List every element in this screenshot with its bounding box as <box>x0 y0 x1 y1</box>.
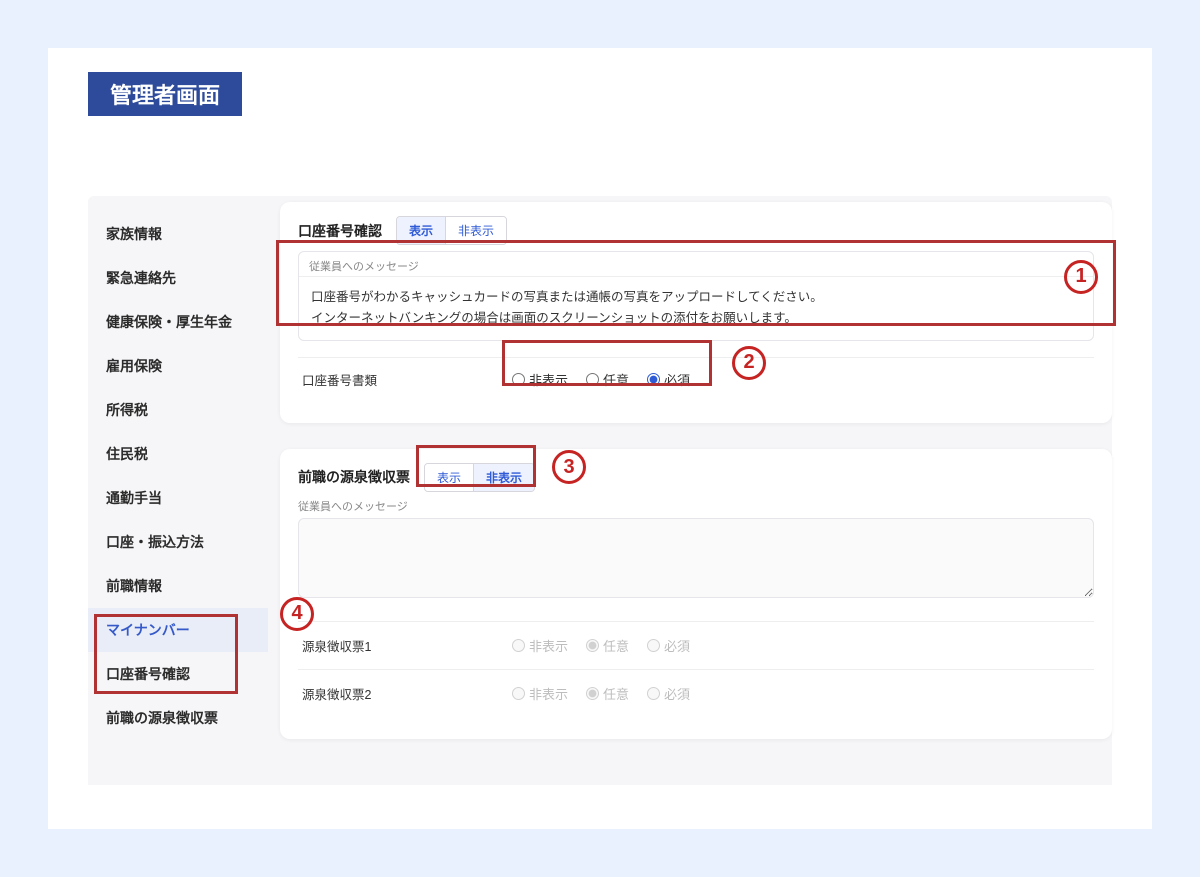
card-title-account: 口座番号確認 <box>298 221 382 241</box>
app-shell: 家族情報 緊急連絡先 健康保険・厚生年金 雇用保険 所得税 住民税 通勤手当 口… <box>80 196 1120 785</box>
main-column: 口座番号確認 表示 非表示 従業員へのメッセージ 口座番号がわかるキャッシュカー… <box>268 196 1112 785</box>
message-label: 従業員へのメッセージ <box>299 252 1093 277</box>
row-withholding-1: 源泉徴収票1 非表示 任意 必須 <box>298 621 1094 669</box>
radio-set-account-doc: 非表示 任意 必須 <box>512 370 690 389</box>
sidebar-item-employment-ins[interactable]: 雇用保険 <box>88 344 268 388</box>
sidebar-item-family[interactable]: 家族情報 <box>88 212 268 256</box>
radio-required-w2: 必須 <box>647 684 690 703</box>
radio-optional-label: 任意 <box>603 370 629 389</box>
radio-hidden-account[interactable]: 非表示 <box>512 370 568 389</box>
annotation-number-1: 1 <box>1064 256 1098 294</box>
card-title-withholding: 前職の源泉徴収票 <box>298 467 410 487</box>
row-label-withholding-1: 源泉徴収票1 <box>302 636 512 655</box>
sidebar-item-bank[interactable]: 口座・振込方法 <box>88 520 268 564</box>
card-withholding: 前職の源泉徴収票 表示 非表示 従業員へのメッセージ 源泉徴収票1 非表示 任意… <box>280 449 1112 739</box>
sidebar-item-resident-tax[interactable]: 住民税 <box>88 432 268 476</box>
radio-optional-w2: 任意 <box>586 684 629 703</box>
toggle-hide-withholding[interactable]: 非表示 <box>474 464 534 491</box>
message-body-account[interactable]: 口座番号がわかるキャッシュカードの写真または通帳の写真をアップロードしてください… <box>299 277 1093 340</box>
sidebar-item-income-tax[interactable]: 所得税 <box>88 388 268 432</box>
toggle-account-visibility: 表示 非表示 <box>396 216 507 245</box>
toggle-hide-account[interactable]: 非表示 <box>446 217 506 244</box>
sidebar-item-emergency[interactable]: 緊急連絡先 <box>88 256 268 300</box>
row-label-withholding-2: 源泉徴収票2 <box>302 684 512 703</box>
radio-hidden-label: 非表示 <box>529 370 568 389</box>
annotation-number-4: 4 <box>280 593 314 631</box>
radio-hidden-w2: 非表示 <box>512 684 568 703</box>
message-block-account: 従業員へのメッセージ 口座番号がわかるキャッシュカードの写真または通帳の写真をア… <box>298 251 1094 341</box>
toggle-withholding-visibility: 表示 非表示 <box>424 463 535 492</box>
sidebar-item-prev-job[interactable]: 前職情報 <box>88 564 268 608</box>
radio-hidden-w1: 非表示 <box>512 636 568 655</box>
message-textarea-withholding[interactable] <box>298 518 1094 598</box>
row-account-doc: 口座番号書類 非表示 任意 必須 <box>298 357 1094 401</box>
sidebar: 家族情報 緊急連絡先 健康保険・厚生年金 雇用保険 所得税 住民税 通勤手当 口… <box>88 196 268 785</box>
page-title-badge: 管理者画面 <box>88 72 242 116</box>
sidebar-item-withholding[interactable]: 前職の源泉徴収票 <box>88 696 268 740</box>
toggle-show-account[interactable]: 表示 <box>397 217 446 244</box>
radio-optional-w1: 任意 <box>586 636 629 655</box>
annotation-number-2: 2 <box>732 342 766 380</box>
page-canvas: 管理者画面 家族情報 緊急連絡先 健康保険・厚生年金 雇用保険 所得税 住民税 … <box>48 48 1152 829</box>
radio-required-account[interactable]: 必須 <box>647 370 690 389</box>
message-label-withholding: 従業員へのメッセージ <box>298 498 1094 514</box>
card-account-confirm: 口座番号確認 表示 非表示 従業員へのメッセージ 口座番号がわかるキャッシュカー… <box>280 202 1112 423</box>
sidebar-item-health-pension[interactable]: 健康保険・厚生年金 <box>88 300 268 344</box>
radio-optional-account[interactable]: 任意 <box>586 370 629 389</box>
radio-required-label: 必須 <box>664 370 690 389</box>
sidebar-item-commute[interactable]: 通勤手当 <box>88 476 268 520</box>
sidebar-item-account-confirm[interactable]: 口座番号確認 <box>88 652 268 696</box>
radio-required-w1: 必須 <box>647 636 690 655</box>
sidebar-item-mynumber[interactable]: マイナンバー <box>88 608 268 652</box>
toggle-show-withholding[interactable]: 表示 <box>425 464 474 491</box>
radio-set-withholding-1: 非表示 任意 必須 <box>512 636 690 655</box>
row-withholding-2: 源泉徴収票2 非表示 任意 必須 <box>298 669 1094 717</box>
radio-set-withholding-2: 非表示 任意 必須 <box>512 684 690 703</box>
annotation-number-3: 3 <box>552 447 586 485</box>
row-label-account-doc: 口座番号書類 <box>302 370 512 389</box>
